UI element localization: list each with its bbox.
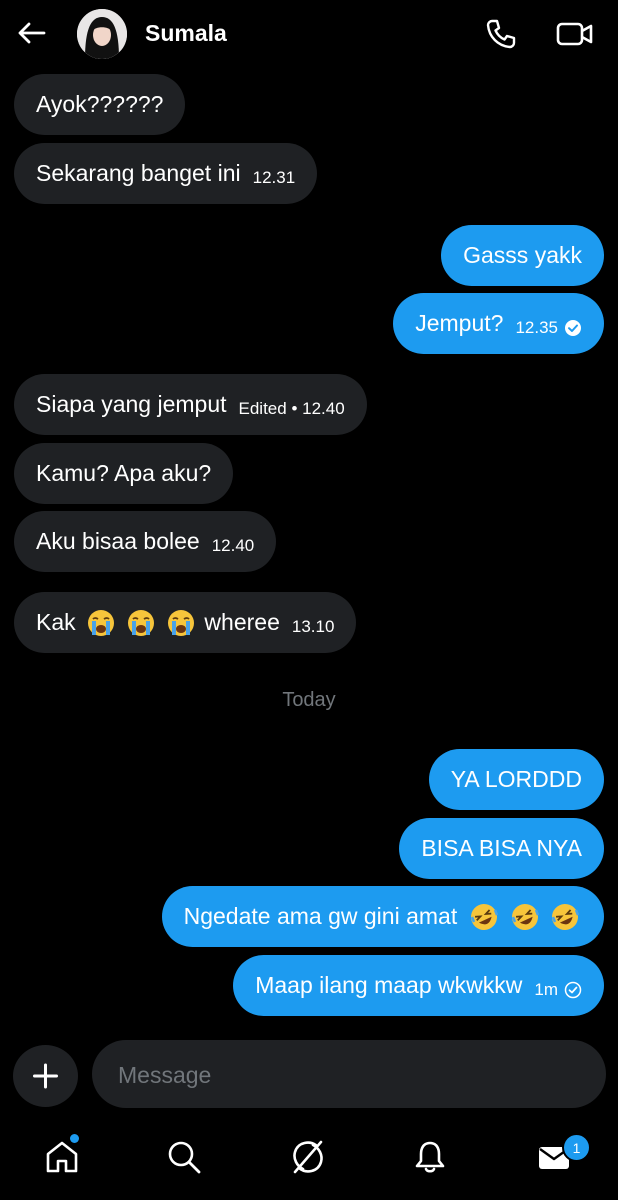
message-time: Edited • 12.40: [238, 398, 345, 418]
chat-header: Sumala: [0, 0, 618, 68]
message-text: Sekarang banget ini: [36, 160, 241, 186]
plus-icon: [33, 1063, 58, 1089]
video-call-icon[interactable]: [556, 17, 594, 51]
message-text: Ayok??????: [36, 91, 164, 117]
incoming-message[interactable]: Kamu? Apa aku?: [14, 443, 234, 504]
crying-emoji-icon: [168, 609, 195, 636]
incoming-message[interactable]: Sekarang banget ini 12.31: [14, 143, 318, 204]
message-meta: 12.35: [515, 318, 582, 338]
outgoing-message[interactable]: Gasss yakk: [441, 225, 604, 286]
notification-dot: [70, 1134, 79, 1143]
emoji-group: [467, 902, 582, 931]
emoji-group: [84, 608, 199, 637]
message-text: Kak: [36, 609, 76, 635]
contact-name[interactable]: Sumala: [145, 20, 227, 47]
outgoing-message[interactable]: Maap ilang maap wkwkkw 1m: [233, 955, 604, 1016]
message-time: 1m: [534, 979, 558, 999]
message-text: Ngedate ama gw gini amat: [183, 903, 458, 929]
outgoing-message[interactable]: BISA BISA NYA: [399, 818, 604, 879]
bottom-nav: [0, 1125, 618, 1200]
messages-badge: 1: [562, 1133, 591, 1162]
message-input[interactable]: [116, 1040, 590, 1110]
bell-icon[interactable]: [412, 1139, 448, 1175]
rofl-emoji-icon: [511, 903, 539, 930]
crying-emoji-icon: [128, 609, 155, 636]
sent-receipt-icon: [564, 981, 582, 998]
message-text: wheree: [204, 609, 280, 635]
message-text: Maap ilang maap wkwkkw: [255, 972, 523, 998]
incoming-message[interactable]: Ayok??????: [14, 74, 186, 135]
message-text: YA LORDDD: [450, 766, 582, 792]
back-arrow-icon[interactable]: [14, 16, 48, 50]
rofl-emoji-icon: [551, 903, 579, 930]
phone-icon[interactable]: [484, 17, 518, 51]
message-meta: 1m: [534, 980, 582, 1000]
date-divider: Today: [282, 689, 336, 711]
message-time: 13.10: [291, 616, 335, 636]
incoming-message[interactable]: Kak wheree 13.10: [14, 592, 357, 653]
read-receipt-icon: [565, 319, 581, 336]
outgoing-message[interactable]: Jemput? 12.35: [393, 293, 604, 354]
outgoing-message[interactable]: YA LORDDD: [428, 749, 604, 810]
message-time: 12.31: [252, 167, 296, 187]
incoming-message[interactable]: Siapa yang jemput Edited • 12.40: [14, 374, 367, 435]
message-text: Kamu? Apa aku?: [36, 460, 212, 486]
incoming-message[interactable]: Aku bisaa bolee 12.40: [14, 511, 277, 572]
grok-icon[interactable]: [290, 1139, 326, 1175]
message-text: Aku bisaa bolee: [36, 528, 200, 554]
crying-emoji-icon: [87, 609, 114, 636]
message-time: 12.35: [515, 317, 558, 337]
message-text: Gasss yakk: [463, 242, 582, 268]
message-text: Jemput?: [415, 310, 504, 336]
home-icon[interactable]: [44, 1139, 80, 1175]
message-time: 12.40: [211, 535, 255, 555]
message-input-container: [92, 1040, 606, 1110]
search-icon[interactable]: [166, 1139, 202, 1175]
message-text: Siapa yang jemput: [36, 391, 227, 417]
outgoing-message[interactable]: Ngedate ama gw gini amat: [161, 886, 604, 947]
contact-avatar[interactable]: [77, 9, 127, 59]
rofl-emoji-icon: [471, 903, 499, 930]
message-text: BISA BISA NYA: [421, 835, 582, 861]
add-attachment-button[interactable]: [13, 1045, 78, 1107]
